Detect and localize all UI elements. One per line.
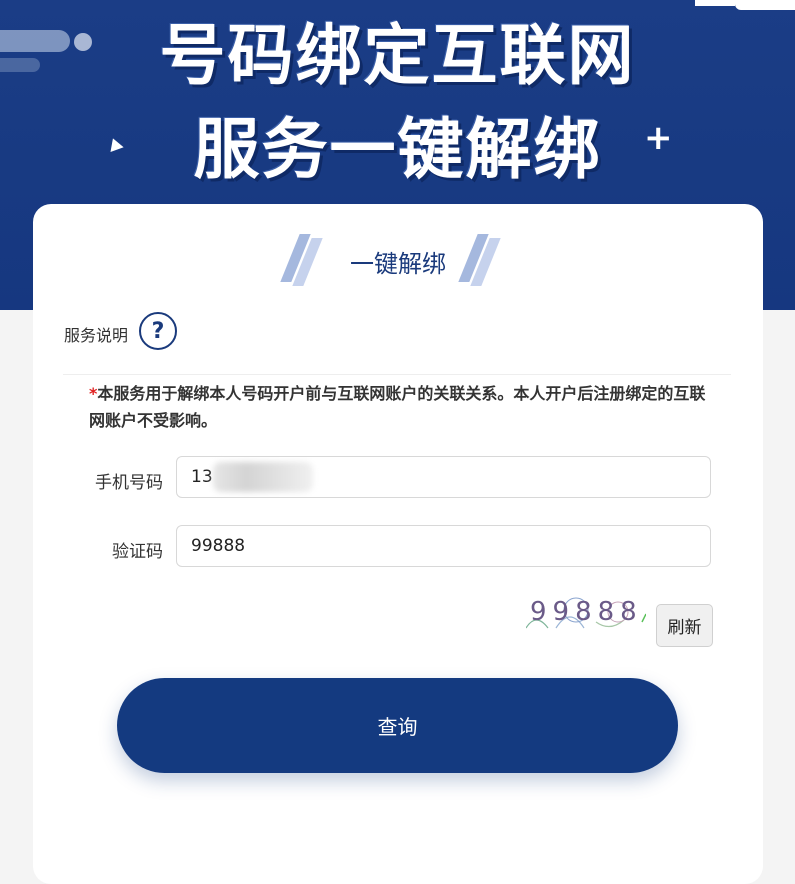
- help-icon[interactable]: ?: [139, 312, 177, 350]
- phone-value: 13: [191, 467, 213, 487]
- notice-body: 本服务用于解绑本人号码开户前与互联网账户的关联关系。本人开户后注册绑定的互联网账…: [89, 384, 706, 430]
- phone-label: 手机号码: [95, 473, 163, 493]
- captcha-image: 99888: [526, 597, 646, 629]
- notice-text: *本服务用于解绑本人号码开户前与互联网账户的关联关系。本人开户后注册绑定的互联网…: [89, 380, 709, 434]
- plus-icon: +: [644, 118, 673, 158]
- captcha-code-value: 99888: [191, 536, 246, 556]
- service-description-label: 服务说明: [64, 326, 129, 345]
- card-title: 一键解绑: [350, 250, 446, 278]
- svg-text:99888: 99888: [530, 597, 643, 627]
- unbind-card: 一键解绑 服务说明 ? *本服务用于解绑本人号码开户前与互联网账户的关联关系。本…: [33, 204, 763, 884]
- divider: [63, 374, 731, 375]
- captcha-code-label: 验证码: [112, 542, 163, 562]
- refresh-captcha-button[interactable]: 刷新: [656, 604, 713, 647]
- captcha-code-input[interactable]: 99888: [176, 525, 711, 567]
- query-button[interactable]: 查询: [117, 678, 678, 773]
- slash-decor-icon: [458, 234, 501, 286]
- redacted-mask: [213, 462, 313, 492]
- banner-title-line-1: 号码绑定互联网: [159, 17, 636, 94]
- banner-title-line-2: 服务一键解绑: [193, 111, 602, 188]
